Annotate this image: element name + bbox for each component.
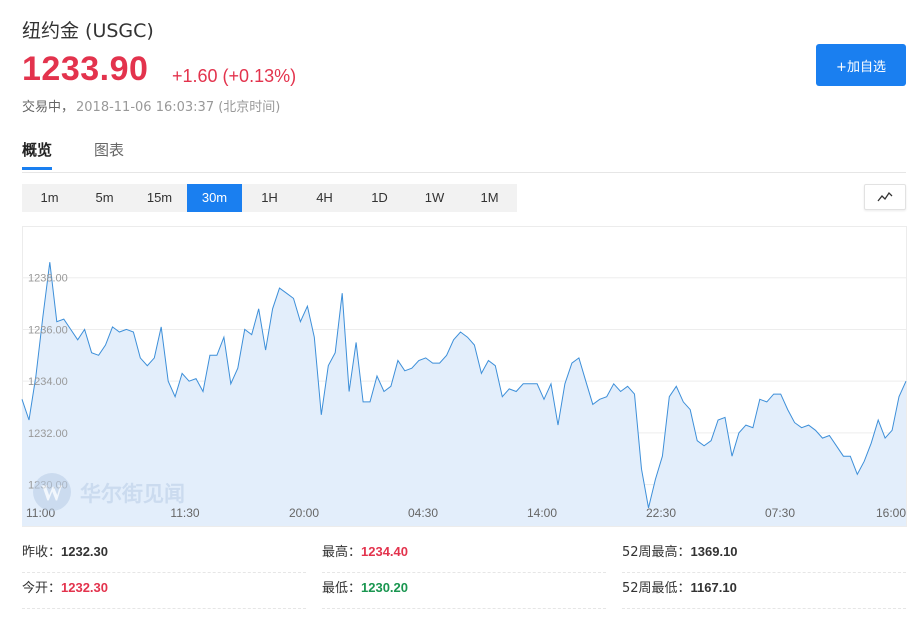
watermark-text: 华尔街见闻 <box>80 482 185 506</box>
stat-open: 今开：1232.30 <box>22 574 306 609</box>
stat-high: 最高：1234.40 <box>322 538 606 573</box>
y-tick-label: 1234.00 <box>28 376 68 388</box>
y-tick-label: 1238.00 <box>28 273 68 285</box>
stat-52w-high: 52周最高：1369.10 <box>622 538 906 573</box>
y-tick-label: 1232.00 <box>28 428 68 440</box>
x-tick-label: 07:30 <box>765 506 795 520</box>
x-tick-label: 04:30 <box>408 506 438 520</box>
x-tick-label: 16:00 <box>876 506 906 520</box>
x-tick-label: 14:00 <box>527 506 557 520</box>
stat-52w-low: 52周最低：1167.10 <box>622 574 906 609</box>
x-tick-label: 20:00 <box>289 506 319 520</box>
x-tick-label: 22:30 <box>646 506 676 520</box>
price-chart[interactable]: 1230.001232.001234.001236.001238.00 11:0… <box>0 0 923 530</box>
stat-prev-close: 昨收：1232.30 <box>22 538 306 573</box>
y-tick-label: 1236.00 <box>28 324 68 336</box>
x-tick-label: 11:30 <box>170 506 199 520</box>
svg-text:W: W <box>41 480 63 505</box>
stat-low: 最低：1230.20 <box>322 574 606 609</box>
